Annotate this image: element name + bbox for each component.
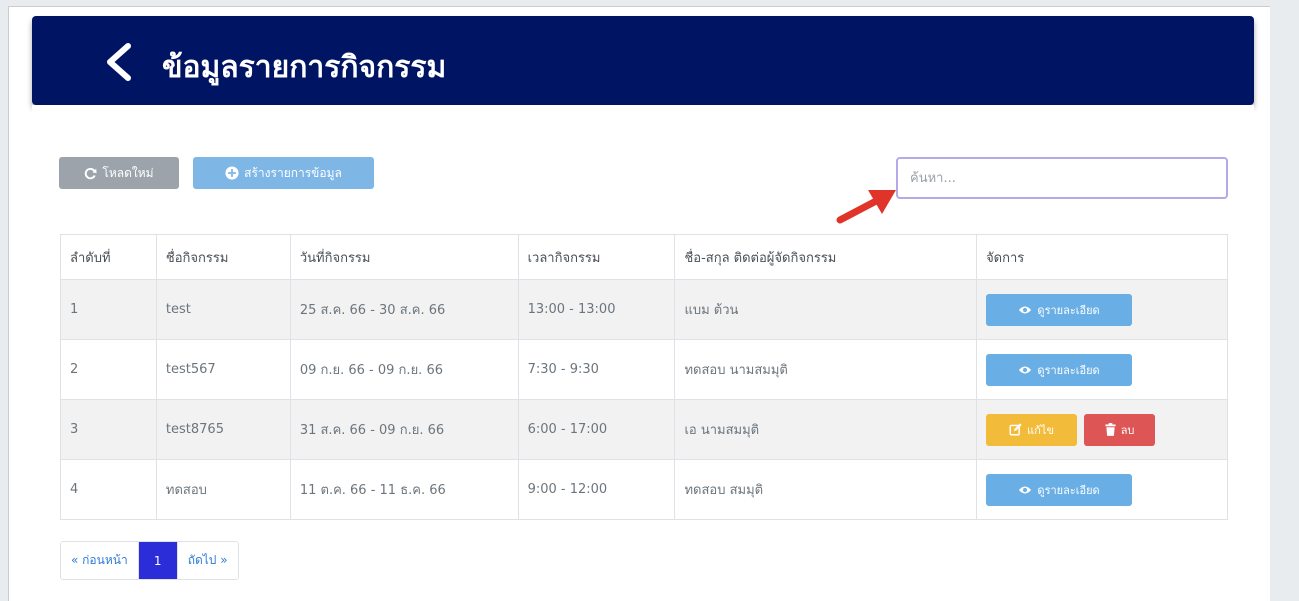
cell-date: 31 ส.ค. 66 - 09 ก.ย. 66 — [289, 399, 519, 460]
edit-icon — [1009, 423, 1022, 436]
view-details-label: ดูรายละเอียด — [1037, 363, 1100, 377]
page-gutter — [1270, 0, 1299, 601]
cell-no: 1 — [60, 279, 157, 340]
cell-actions: ดูรายละเอียด — [976, 459, 1228, 520]
eye-icon — [1019, 366, 1032, 373]
activity-table: ลำดับที่ ชื่อกิจกรรม วันที่กิจกรรม เวลาก… — [60, 234, 1228, 520]
eye-icon — [1019, 306, 1032, 313]
page-header: ข้อมูลรายการกิจกรรม — [32, 16, 1254, 105]
chevron-left-icon[interactable] — [102, 42, 138, 82]
cell-time: 7:30 - 9:30 — [517, 339, 676, 400]
pagination-prev[interactable]: « ก่อนหน้า — [61, 542, 138, 579]
cell-date: 09 ก.ย. 66 - 09 ก.ย. 66 — [289, 339, 519, 400]
pagination-page-current[interactable]: 1 — [137, 542, 177, 579]
cell-no: 2 — [60, 339, 157, 400]
trash-icon — [1105, 423, 1116, 436]
eye-icon — [1019, 486, 1032, 493]
view-details-label: ดูรายละเอียด — [1037, 483, 1100, 497]
create-button[interactable]: สร้างรายการข้อมูล — [193, 157, 374, 189]
view-details-button[interactable]: ดูรายละเอียด — [986, 473, 1133, 506]
view-details-label: ดูรายละเอียด — [1037, 303, 1100, 317]
header-time[interactable]: เวลากิจกรรม — [517, 234, 676, 280]
reload-button[interactable]: โหลดใหม่ — [59, 157, 179, 189]
cell-name: ทดสอบ — [155, 459, 291, 520]
header-name[interactable]: ชื่อกิจกรรม — [155, 234, 291, 280]
cell-contact: ทดสอบ สมมุติ — [674, 459, 978, 520]
table-row: 3 test8765 31 ส.ค. 66 - 09 ก.ย. 66 6:00 … — [60, 399, 1228, 460]
cell-date: 11 ต.ค. 66 - 11 ธ.ค. 66 — [289, 459, 519, 520]
reload-label: โหลดใหม่ — [102, 165, 154, 180]
search-input[interactable] — [896, 157, 1228, 199]
cell-date: 25 ส.ค. 66 - 30 ส.ค. 66 — [289, 279, 519, 340]
cell-no: 4 — [60, 459, 157, 520]
cell-name: test8765 — [155, 399, 291, 460]
view-details-button[interactable]: ดูรายละเอียด — [986, 293, 1133, 326]
table-row: 1 test 25 ส.ค. 66 - 30 ส.ค. 66 13:00 - 1… — [60, 279, 1228, 340]
header-contact[interactable]: ชื่อ-สกุล ติดต่อผู้จัดกิจกรรม — [674, 234, 978, 280]
table-header-row: ลำดับที่ ชื่อกิจกรรม วันที่กิจกรรม เวลาก… — [60, 234, 1228, 280]
header-date[interactable]: วันที่กิจกรรม — [289, 234, 519, 280]
annotation-arrow-icon — [836, 190, 896, 224]
edit-label: แก้ไข — [1027, 423, 1054, 437]
cell-actions: ดูรายละเอียด — [976, 339, 1228, 400]
cell-contact: ทดสอบ นามสมมุติ — [674, 339, 978, 400]
table-row: 4 ทดสอบ 11 ต.ค. 66 - 11 ธ.ค. 66 9:00 - 1… — [60, 459, 1228, 520]
pagination: « ก่อนหน้า 1 ถัดไป » — [60, 541, 239, 580]
cell-actions: ดูรายละเอียด — [976, 279, 1228, 340]
edit-button[interactable]: แก้ไข — [986, 413, 1078, 446]
header-manage: จัดการ — [976, 234, 1228, 280]
cell-name: test — [155, 279, 291, 340]
create-label: สร้างรายการข้อมูล — [244, 165, 342, 180]
header-no[interactable]: ลำดับที่ — [60, 234, 157, 280]
plus-circle-icon — [225, 166, 239, 180]
cell-contact: เอ นามสมมุติ — [674, 399, 978, 460]
cell-contact: แบม ต้วน — [674, 279, 978, 340]
delete-label: ลบ — [1120, 423, 1135, 437]
cell-time: 9:00 - 12:00 — [517, 459, 676, 520]
delete-button[interactable]: ลบ — [1084, 413, 1156, 446]
refresh-icon — [85, 167, 97, 179]
cell-no: 3 — [60, 399, 157, 460]
page-title: ข้อมูลรายการกิจกรรม — [162, 50, 447, 85]
table-row: 2 test567 09 ก.ย. 66 - 09 ก.ย. 66 7:30 -… — [60, 339, 1228, 400]
view-details-button[interactable]: ดูรายละเอียด — [986, 353, 1133, 386]
cell-actions: แก้ไข ลบ — [976, 399, 1228, 460]
cell-time: 13:00 - 13:00 — [517, 279, 676, 340]
cell-time: 6:00 - 17:00 — [517, 399, 676, 460]
pagination-next[interactable]: ถัดไป » — [176, 542, 238, 579]
cell-name: test567 — [155, 339, 291, 400]
